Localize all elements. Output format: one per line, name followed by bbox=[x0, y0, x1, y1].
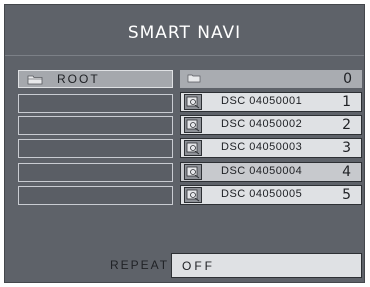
left-slot-5[interactable] bbox=[18, 186, 173, 205]
file-row[interactable]: DSC 04050002 2 bbox=[180, 115, 362, 135]
file-name: DSC 04050005 bbox=[221, 188, 303, 200]
file-name: DSC 04050002 bbox=[221, 118, 303, 130]
file-row[interactable]: DSC 04050003 3 bbox=[180, 138, 362, 158]
file-row[interactable]: DSC 04050001 1 bbox=[180, 92, 362, 112]
image-file-icon bbox=[184, 187, 202, 203]
page-title: SMART NAVI bbox=[127, 23, 242, 43]
title-divider bbox=[5, 55, 364, 56]
left-slot-2[interactable] bbox=[18, 116, 173, 135]
file-number: 5 bbox=[342, 187, 351, 203]
left-slot-3[interactable] bbox=[18, 139, 173, 158]
left-slot-4[interactable] bbox=[18, 163, 173, 182]
parent-folder-row[interactable]: 0 bbox=[180, 70, 362, 88]
image-file-icon bbox=[184, 117, 202, 133]
root-label: ROOT bbox=[57, 72, 100, 86]
smart-navi-panel: SMART NAVI ROOT 0 DSC 04050001 1 DSC 040… bbox=[4, 4, 365, 283]
image-file-icon bbox=[184, 140, 202, 156]
file-name: DSC 04050003 bbox=[221, 141, 303, 153]
file-number: 3 bbox=[342, 140, 351, 156]
folder-icon bbox=[187, 74, 201, 83]
file-row[interactable]: DSC 04050005 5 bbox=[180, 185, 362, 205]
root-folder-item[interactable]: ROOT bbox=[18, 70, 173, 88]
repeat-toggle[interactable]: OFF bbox=[171, 253, 362, 278]
file-number: 1 bbox=[342, 94, 351, 110]
left-slot-1[interactable] bbox=[18, 94, 173, 113]
file-number: 4 bbox=[342, 164, 351, 180]
file-row-selected[interactable]: DSC 04050004 4 bbox=[180, 162, 362, 182]
file-number: 2 bbox=[342, 117, 351, 133]
repeat-value: OFF bbox=[182, 259, 215, 273]
image-file-icon bbox=[184, 164, 202, 180]
image-file-icon bbox=[184, 94, 202, 110]
file-name: DSC 04050004 bbox=[221, 165, 303, 177]
file-name: DSC 04050001 bbox=[221, 95, 303, 107]
row-number: 0 bbox=[343, 71, 352, 87]
repeat-label: REPEAT bbox=[110, 258, 170, 272]
folder-icon bbox=[27, 75, 43, 85]
